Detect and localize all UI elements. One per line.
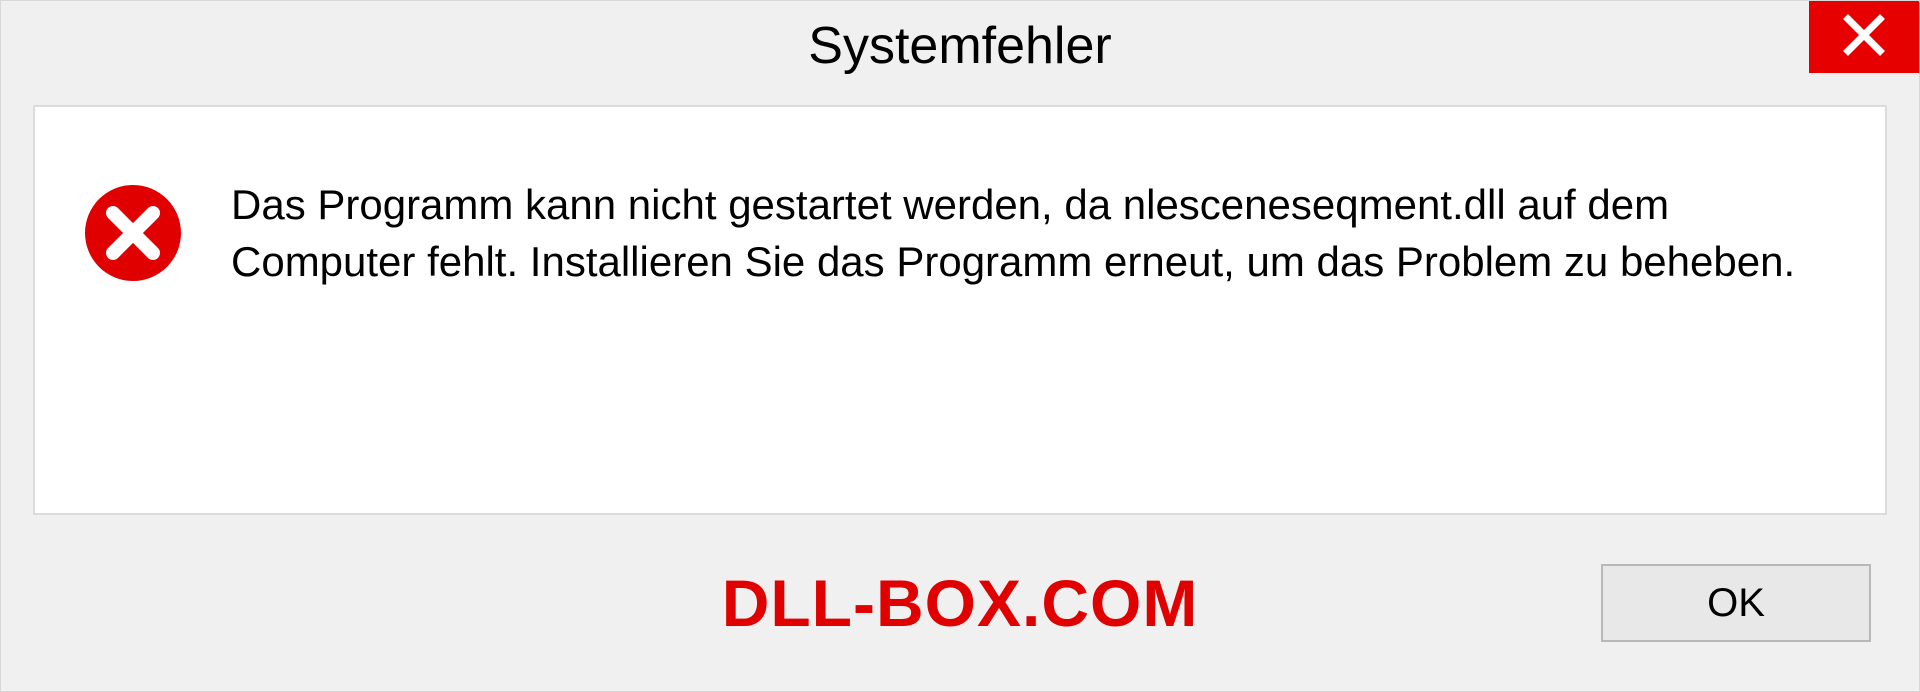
watermark-text: DLL-BOX.COM xyxy=(722,565,1199,641)
close-button[interactable] xyxy=(1809,1,1919,73)
content-panel: Das Programm kann nicht gestartet werden… xyxy=(33,105,1887,515)
close-icon xyxy=(1842,13,1886,62)
error-message: Das Programm kann nicht gestartet werden… xyxy=(231,177,1837,290)
error-circle-x-icon xyxy=(83,183,183,283)
dialog-title: Systemfehler xyxy=(808,16,1111,76)
error-dialog: Systemfehler Das Programm kann nicht ges… xyxy=(0,0,1920,692)
dialog-footer: DLL-BOX.COM OK xyxy=(1,515,1919,691)
ok-button[interactable]: OK xyxy=(1601,564,1871,642)
titlebar: Systemfehler xyxy=(1,1,1919,91)
